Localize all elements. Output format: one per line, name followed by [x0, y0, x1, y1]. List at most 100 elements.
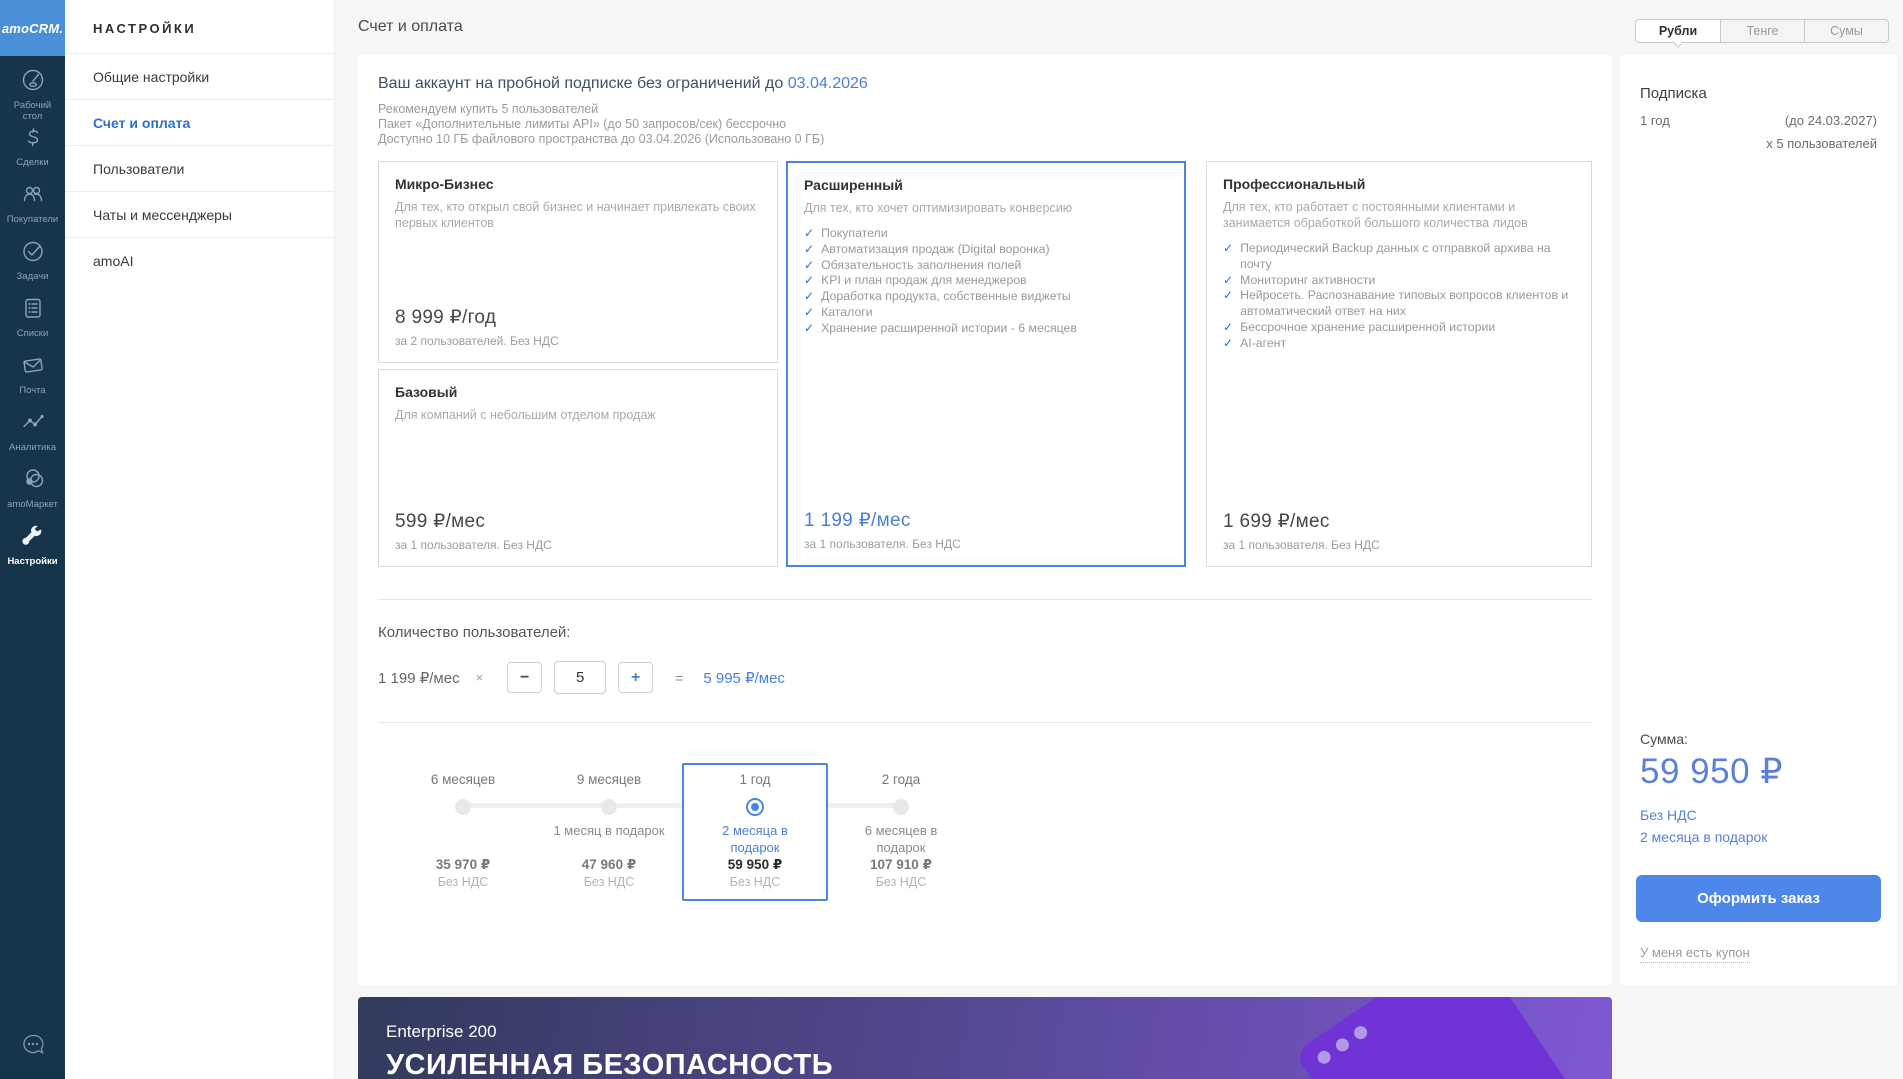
plan-name: Расширенный	[804, 177, 1168, 193]
settings-item-users[interactable]: Пользователи	[65, 145, 334, 191]
period-label: 2 года	[836, 772, 966, 794]
window-dot	[1333, 1036, 1351, 1054]
tab-rubles[interactable]: Рубли	[1636, 20, 1720, 42]
plan-price: 1 699 ₽/мес	[1223, 510, 1575, 533]
plan-description: Для компаний с небольшим отделом продаж	[395, 407, 761, 423]
decrease-users-button[interactable]: −	[507, 662, 542, 693]
sidebar-item-customers[interactable]: Покупатели	[0, 178, 65, 235]
feature-item: Покупатели	[821, 226, 888, 242]
sidebar-item-label: Покупатели	[7, 215, 58, 226]
check-icon: ✓	[1223, 320, 1233, 336]
plan-features: ✓Покупатели ✓Автоматизация продаж (Digit…	[804, 226, 1168, 337]
dashboard-icon	[20, 67, 46, 98]
period-label: 6 месяцев	[398, 772, 528, 794]
trial-storage: Доступно 10 ГБ файлового пространства до…	[378, 132, 1592, 147]
period-price: 59 950 ₽	[690, 857, 820, 873]
period-gift: 6 месяцев в подарок	[836, 820, 966, 857]
period-vat: Без НДС	[690, 875, 820, 889]
plan-price: 1 199 ₽/мес	[804, 509, 1168, 532]
settings-item-chats[interactable]: Чаты и мессенджеры	[65, 191, 334, 237]
place-order-button[interactable]: Оформить заказ	[1636, 875, 1881, 922]
sidebar-item-label: Почта	[19, 386, 45, 397]
settings-item-billing[interactable]: Счет и оплата	[65, 99, 334, 145]
unit-price: 1 199 ₽/мес	[378, 669, 460, 687]
sidebar-item-settings[interactable]: Настройки	[0, 520, 65, 577]
enterprise-banner[interactable]: Enterprise 200 УСИЛЕННАЯ БЕЗОПАСНОСТЬ	[358, 997, 1612, 1079]
amomarket-icon	[20, 466, 46, 497]
plan-description: Для тех, кто работает с постоянными клие…	[1223, 199, 1575, 231]
sidebar-item-label: Сделки	[16, 158, 48, 169]
settings-item-amoai[interactable]: amoAI	[65, 237, 334, 283]
monthly-total: 5 995 ₽/мес	[703, 669, 785, 687]
sidebar-item-amomarket[interactable]: amoМаркет	[0, 463, 65, 520]
divider	[378, 722, 1592, 723]
period-label: 9 месяцев	[544, 772, 674, 794]
plan-description: Для тех, кто открыл свой бизнес и начина…	[395, 199, 761, 231]
period-option-9-months[interactable]: 9 месяцев 1 месяц в подарок 47 960 ₽ Без…	[536, 763, 682, 901]
amocrm-logo[interactable]: amoCRM.	[0, 0, 65, 56]
window-dot	[1315, 1048, 1333, 1066]
tab-tenge[interactable]: Тенге	[1720, 20, 1804, 42]
check-icon: ✓	[804, 242, 814, 258]
plan-card-professional[interactable]: Профессиональный Для тех, кто работает с…	[1206, 161, 1592, 567]
period-slider: 6 месяцев 35 970 ₽ Без НДС 9 месяцев 1 м…	[390, 763, 974, 901]
tab-sums[interactable]: Сумы	[1804, 20, 1888, 42]
support-chat-button[interactable]	[0, 1030, 65, 1065]
slider-dot[interactable]	[455, 799, 471, 815]
check-icon: ✓	[804, 321, 814, 337]
period-option-1-year[interactable]: 1 год 2 месяца в подарок 59 950 ₽ Без НД…	[682, 763, 828, 901]
sidebar-item-tasks[interactable]: Задачи	[0, 235, 65, 292]
settings-item-general[interactable]: Общие настройки	[65, 53, 334, 99]
coupon-link[interactable]: У меня есть купон	[1640, 945, 1750, 963]
feature-item: Доработка продукта, собственные виджеты	[821, 289, 1071, 305]
plan-price-note: за 1 пользователя. Без НДС	[804, 537, 1168, 551]
sidebar-item-analytics[interactable]: Аналитика	[0, 406, 65, 463]
plan-name: Микро-Бизнес	[395, 176, 761, 192]
main-nav: Рабочий стол Сделки Покупатели Задачи	[0, 64, 65, 577]
sidebar-item-label: Аналитика	[9, 443, 56, 454]
check-icon: ✓	[1223, 241, 1233, 273]
check-icon: ✓	[804, 273, 814, 289]
mail-icon	[20, 352, 46, 383]
increase-users-button[interactable]: +	[618, 662, 653, 693]
feature-item: Хранение расширенной истории - 6 месяцев	[821, 321, 1077, 337]
period-price: 107 910 ₽	[836, 857, 966, 873]
slider-dot[interactable]	[601, 799, 617, 815]
users-count-input[interactable]	[554, 661, 606, 694]
sidebar-item-lists[interactable]: Списки	[0, 292, 65, 349]
period-option-6-months[interactable]: 6 месяцев 35 970 ₽ Без НДС	[390, 763, 536, 901]
settings-menu: НАСТРОЙКИ Общие настройки Счет и оплата …	[65, 0, 335, 1079]
sidebar-item-dashboard[interactable]: Рабочий стол	[0, 64, 65, 121]
equals-sign: =	[675, 670, 683, 686]
period-gift: 2 месяца в подарок	[690, 820, 820, 857]
customers-icon	[20, 181, 46, 212]
slider-dot-selected[interactable]	[746, 798, 764, 816]
plan-card-advanced[interactable]: Расширенный Для тех, кто хочет оптимизир…	[786, 161, 1186, 567]
trial-end-date-link[interactable]: 03.04.2026	[788, 75, 868, 92]
sidebar-item-mail[interactable]: Почта	[0, 349, 65, 406]
chat-bubble-icon	[18, 1030, 48, 1065]
window-dot	[1352, 1024, 1370, 1042]
sidebar-item-label: Настройки	[7, 557, 57, 568]
check-icon: ✓	[1223, 288, 1233, 320]
period-option-2-years[interactable]: 2 года 6 месяцев в подарок 107 910 ₽ Без…	[828, 763, 974, 901]
plan-name: Базовый	[395, 384, 761, 400]
subscription-until-date: (до 24.03.2027)	[1785, 113, 1877, 128]
sum-vat-note: Без НДС	[1640, 807, 1697, 823]
plan-card-basic[interactable]: Базовый Для компаний с небольшим отделом…	[378, 369, 778, 567]
feature-item: KPI и план продаж для менеджеров	[821, 273, 1027, 289]
banner-title: Enterprise 200	[386, 1022, 497, 1042]
content-area: Счет и оплата Рубли Тенге Сумы Ваш аккау…	[335, 0, 1903, 1079]
sidebar-item-deals[interactable]: Сделки	[0, 121, 65, 178]
quantity-section-label: Количество пользователей:	[378, 624, 1592, 641]
trial-info: Ваш аккаунт на пробной подписке без огра…	[378, 75, 1592, 147]
period-price: 47 960 ₽	[544, 857, 674, 873]
lists-icon	[20, 295, 46, 326]
feature-item: AI-агент	[1240, 336, 1286, 352]
period-price: 35 970 ₽	[398, 857, 528, 873]
plan-card-micro-business[interactable]: Микро-Бизнес Для тех, кто открыл свой би…	[378, 161, 778, 363]
feature-item: Бессрочное хранение расширенной истории	[1240, 320, 1495, 336]
period-label: 1 год	[690, 772, 820, 794]
check-icon: ✓	[1223, 336, 1233, 352]
slider-dot[interactable]	[893, 799, 909, 815]
